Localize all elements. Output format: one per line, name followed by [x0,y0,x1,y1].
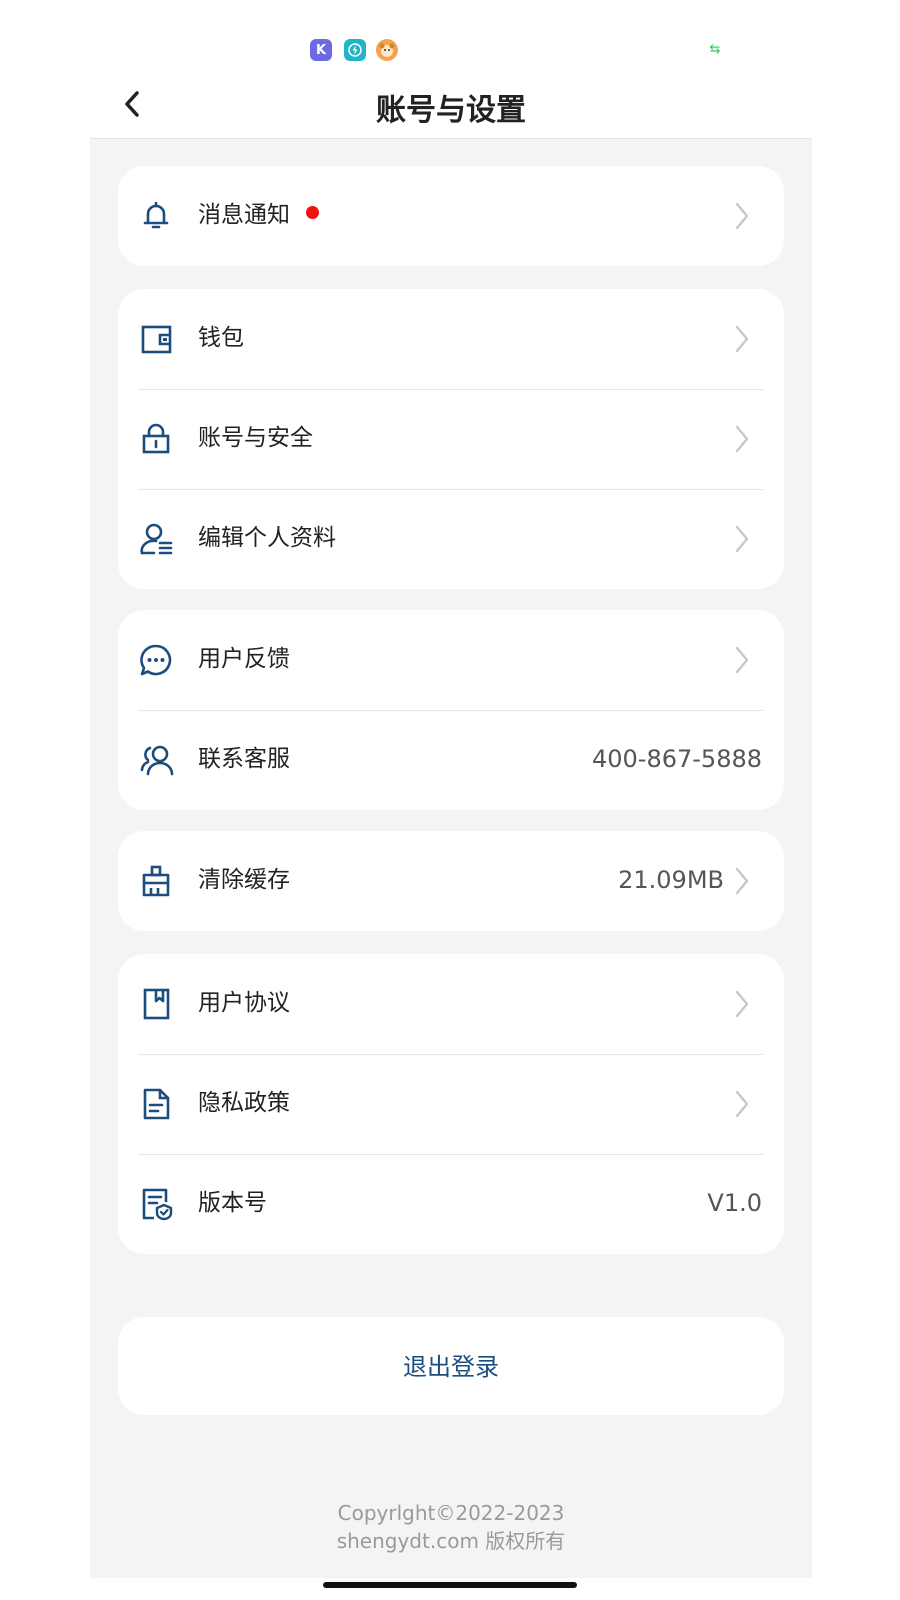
chevron-right-icon [735,525,749,553]
edit-profile-icon [140,523,173,555]
copyright-line: Copyrlght©2022-2023 [337,1501,565,1525]
chevron-right-icon [735,1090,749,1118]
chevron-right-icon [735,425,749,453]
row-clear-cache[interactable]: 清除缓存 21.09MB [118,831,784,931]
chevron-right-icon [735,867,749,895]
row-wallet[interactable]: 钱包 [118,289,784,389]
document-icon [143,1088,170,1120]
row-edit-profile[interactable]: 编辑个人资料 [118,489,784,589]
settings-card-legal: 用户协议 隐私政策 版本号 V1.0 [118,954,784,1254]
chevron-right-icon [735,990,749,1018]
chevron-right-icon [735,646,749,674]
row-label: 清除缓存 [198,867,290,893]
row-label: 用户反馈 [198,646,290,672]
page-title: 账号与设置 [376,93,526,128]
row-privacy-policy[interactable]: 隐私政策 [118,1054,784,1154]
phone-number: 400-867-5888 [591,745,762,773]
chat-bubble-icon [140,644,172,676]
row-label: 账号与安全 [198,425,313,451]
chevron-right-icon [735,325,749,353]
app-bear-icon [376,39,398,61]
row-label: 隐私政策 [198,1090,290,1116]
nav-header: 账号与设置 [90,72,812,139]
home-indicator[interactable] [323,1582,577,1588]
logout-button[interactable]: 退出登录 [118,1317,784,1415]
row-notifications[interactable]: 消息通知 [118,166,784,266]
row-label: 编辑个人资料 [198,525,336,551]
row-feedback[interactable]: 用户反馈 [118,610,784,710]
wallet-icon [141,325,172,354]
row-label: 联系客服 [198,746,290,772]
settings-card-account: 钱包 账号与安全 编辑个人资料 [118,289,784,589]
cache-size: 21.09MB [618,866,724,894]
version-number: V1.0 [707,1189,762,1217]
logout-label: 退出登录 [403,1353,499,1381]
customer-service-icon [140,745,174,776]
settings-card-support: 用户反馈 联系客服 400-867-5888 [118,610,784,810]
broom-icon [142,865,170,897]
status-bar: K ⇆ [0,0,900,80]
app-k-icon: K [310,39,332,61]
row-version: 版本号 V1.0 [118,1154,784,1254]
copyright-footer: Copyrlght©2022-2023 shengydt.com 版权所有 [90,1499,812,1555]
row-label: 钱包 [198,325,244,351]
row-customer-service[interactable]: 联系客服 400-867-5888 [118,710,784,810]
chevron-right-icon [735,202,749,230]
settings-card-cache: 清除缓存 21.09MB [118,831,784,931]
settings-content: 消息通知 钱包 账号与安全 编辑个人资料 用户反馈 联系客服 400-867-5… [90,139,812,1578]
row-label: 版本号 [198,1190,267,1216]
version-shield-icon [142,1188,173,1221]
bell-icon [143,201,169,229]
unread-badge [306,206,319,219]
bookmark-document-icon [143,988,170,1020]
sync-icon: ⇆ [709,42,721,57]
app-bolt-icon [344,39,366,61]
row-user-agreement[interactable]: 用户协议 [118,954,784,1054]
row-label: 用户协议 [198,990,290,1016]
row-label: 消息通知 [198,198,319,232]
row-account-security[interactable]: 账号与安全 [118,389,784,489]
lock-icon [142,423,170,454]
site-line: shengydt.com 版权所有 [336,1529,566,1553]
settings-card-notifications: 消息通知 [118,166,784,266]
